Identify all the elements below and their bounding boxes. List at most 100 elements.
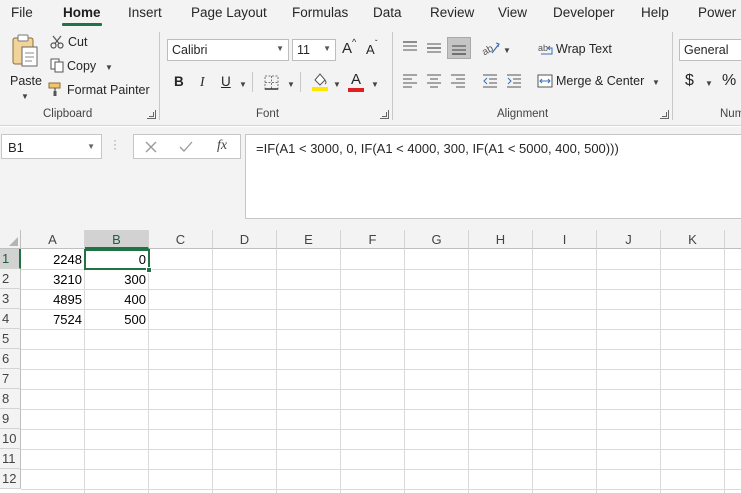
row-header-6[interactable]: 6 [0,349,21,369]
formula-input[interactable]: =IF(A1 < 3000, 0, IF(A1 < 4000, 300, IF(… [245,134,741,219]
currency-dropdown-icon[interactable]: ▼ [705,79,713,88]
tab-home[interactable]: Home [63,5,101,20]
merge-center-button[interactable]: Merge & Center ▼ [537,73,661,91]
column-header-i[interactable]: I [533,230,597,249]
column-header-g[interactable]: G [405,230,469,249]
tab-developer[interactable]: Developer [553,5,615,20]
column-header-e[interactable]: E [277,230,341,249]
increase-indent-icon[interactable] [506,74,522,88]
cell-b3[interactable]: 400 [85,289,149,309]
cut-button[interactable]: Cut [50,34,110,52]
sheet-grid[interactable]: A B C D E F G H I J K 1 2 3 4 5 6 7 8 9 … [0,230,741,493]
row-header-10[interactable]: 10 [0,429,21,449]
name-box[interactable]: B1 ▼ [1,134,102,159]
copy-button[interactable]: Copy ▼ [50,58,120,76]
underline-button[interactable]: U [221,74,231,89]
align-left-icon[interactable] [402,74,418,88]
font-launcher-icon[interactable] [380,110,389,119]
tab-page-layout[interactable]: Page Layout [191,5,267,20]
middle-align-icon[interactable] [426,41,442,55]
row-header-5[interactable]: 5 [0,329,21,349]
borders-icon[interactable] [264,75,279,90]
tab-power-pivot[interactable]: Power P [698,5,741,20]
gridline [21,489,741,490]
tab-review[interactable]: Review [430,5,474,20]
column-header-d[interactable]: D [213,230,277,249]
font-color-button[interactable]: A [351,71,361,88]
row-header-7[interactable]: 7 [0,369,21,389]
cell-a4[interactable]: 7524 [21,309,85,329]
merge-center-label: Merge & Center [556,74,645,88]
column-header-k[interactable]: K [661,230,725,249]
row-header-9[interactable]: 9 [0,409,21,429]
column-header-j[interactable]: J [597,230,661,249]
format-painter-button[interactable]: Format Painter [48,82,150,100]
column-header-partial[interactable] [725,230,741,249]
cell-a1[interactable]: 2248 [21,249,85,269]
borders-dropdown-icon[interactable]: ▼ [287,80,295,89]
number-format-dropdown[interactable]: General [679,39,741,61]
decrease-font-size-button[interactable]: A [366,42,375,57]
clipboard-launcher-icon[interactable] [147,110,156,119]
gridline [724,249,725,493]
align-center-icon[interactable] [426,74,442,88]
italic-button[interactable]: I [200,74,205,90]
currency-button[interactable]: $ [685,72,694,90]
row-header-4[interactable]: 4 [0,309,21,329]
tab-view[interactable]: View [498,5,527,20]
cell-a2[interactable]: 3210 [21,269,85,289]
cell-a3[interactable]: 4895 [21,289,85,309]
column-header-h[interactable]: H [469,230,533,249]
underline-dropdown-icon[interactable]: ▼ [239,80,247,89]
formula-bar-resize-handle[interactable]: · · · [112,134,118,154]
font-name-dropdown[interactable]: Calibri ▼ [167,39,289,61]
cell-b4[interactable]: 500 [85,309,149,329]
insert-function-button[interactable]: fx [217,138,227,154]
select-all-button[interactable] [0,230,21,249]
column-header-b[interactable]: B [85,230,149,249]
copy-dropdown-icon[interactable]: ▼ [105,63,113,72]
row-header-3[interactable]: 3 [0,289,21,309]
row-header-2[interactable]: 2 [0,269,21,289]
row-header-8[interactable]: 8 [0,389,21,409]
font-size-dropdown[interactable]: 11 ▼ [292,39,336,61]
svg-text:ab: ab [482,43,496,56]
tab-help[interactable]: Help [641,5,669,20]
gridline [596,249,597,493]
cancel-icon[interactable] [145,141,157,153]
column-header-c[interactable]: C [149,230,213,249]
increase-font-size-button[interactable]: A [342,40,352,57]
fill-color-icon[interactable] [311,71,329,91]
fill-handle[interactable] [146,267,152,273]
enter-check-icon[interactable] [179,141,193,153]
font-color-dropdown-icon[interactable]: ▼ [371,80,379,89]
cell-b2[interactable]: 300 [85,269,149,289]
merge-dropdown-icon[interactable]: ▼ [652,78,660,87]
bold-button[interactable]: B [174,74,184,89]
tab-formulas[interactable]: Formulas [292,5,348,20]
wrap-text-icon: ab [538,43,553,55]
bottom-align-button[interactable] [447,37,471,59]
orientation-dropdown-icon[interactable]: ▼ [503,46,511,55]
tab-insert[interactable]: Insert [128,5,162,20]
wrap-text-button[interactable]: ab Wrap Text [538,41,618,59]
paste-dropdown-icon[interactable]: ▼ [21,92,29,101]
alignment-launcher-icon[interactable] [660,110,669,119]
orientation-icon[interactable]: ab [482,40,500,56]
paste-button[interactable]: Paste ▼ [6,32,42,101]
fill-color-dropdown-icon[interactable]: ▼ [333,80,341,89]
tab-file[interactable]: File [11,5,33,20]
align-right-icon[interactable] [450,74,466,88]
row-header-1[interactable]: 1 [0,249,21,269]
column-header-f[interactable]: F [341,230,405,249]
top-align-icon[interactable] [402,41,418,55]
tab-data[interactable]: Data [373,5,402,20]
chevron-down-icon[interactable]: ▼ [87,142,95,151]
font-group-label: Font [256,108,280,120]
font-size-value: 11 [297,43,310,57]
percent-button[interactable]: % [722,72,736,90]
decrease-indent-icon[interactable] [482,74,498,88]
column-header-a[interactable]: A [21,230,85,249]
row-header-11[interactable]: 11 [0,449,21,469]
row-header-12[interactable]: 12 [0,469,21,489]
